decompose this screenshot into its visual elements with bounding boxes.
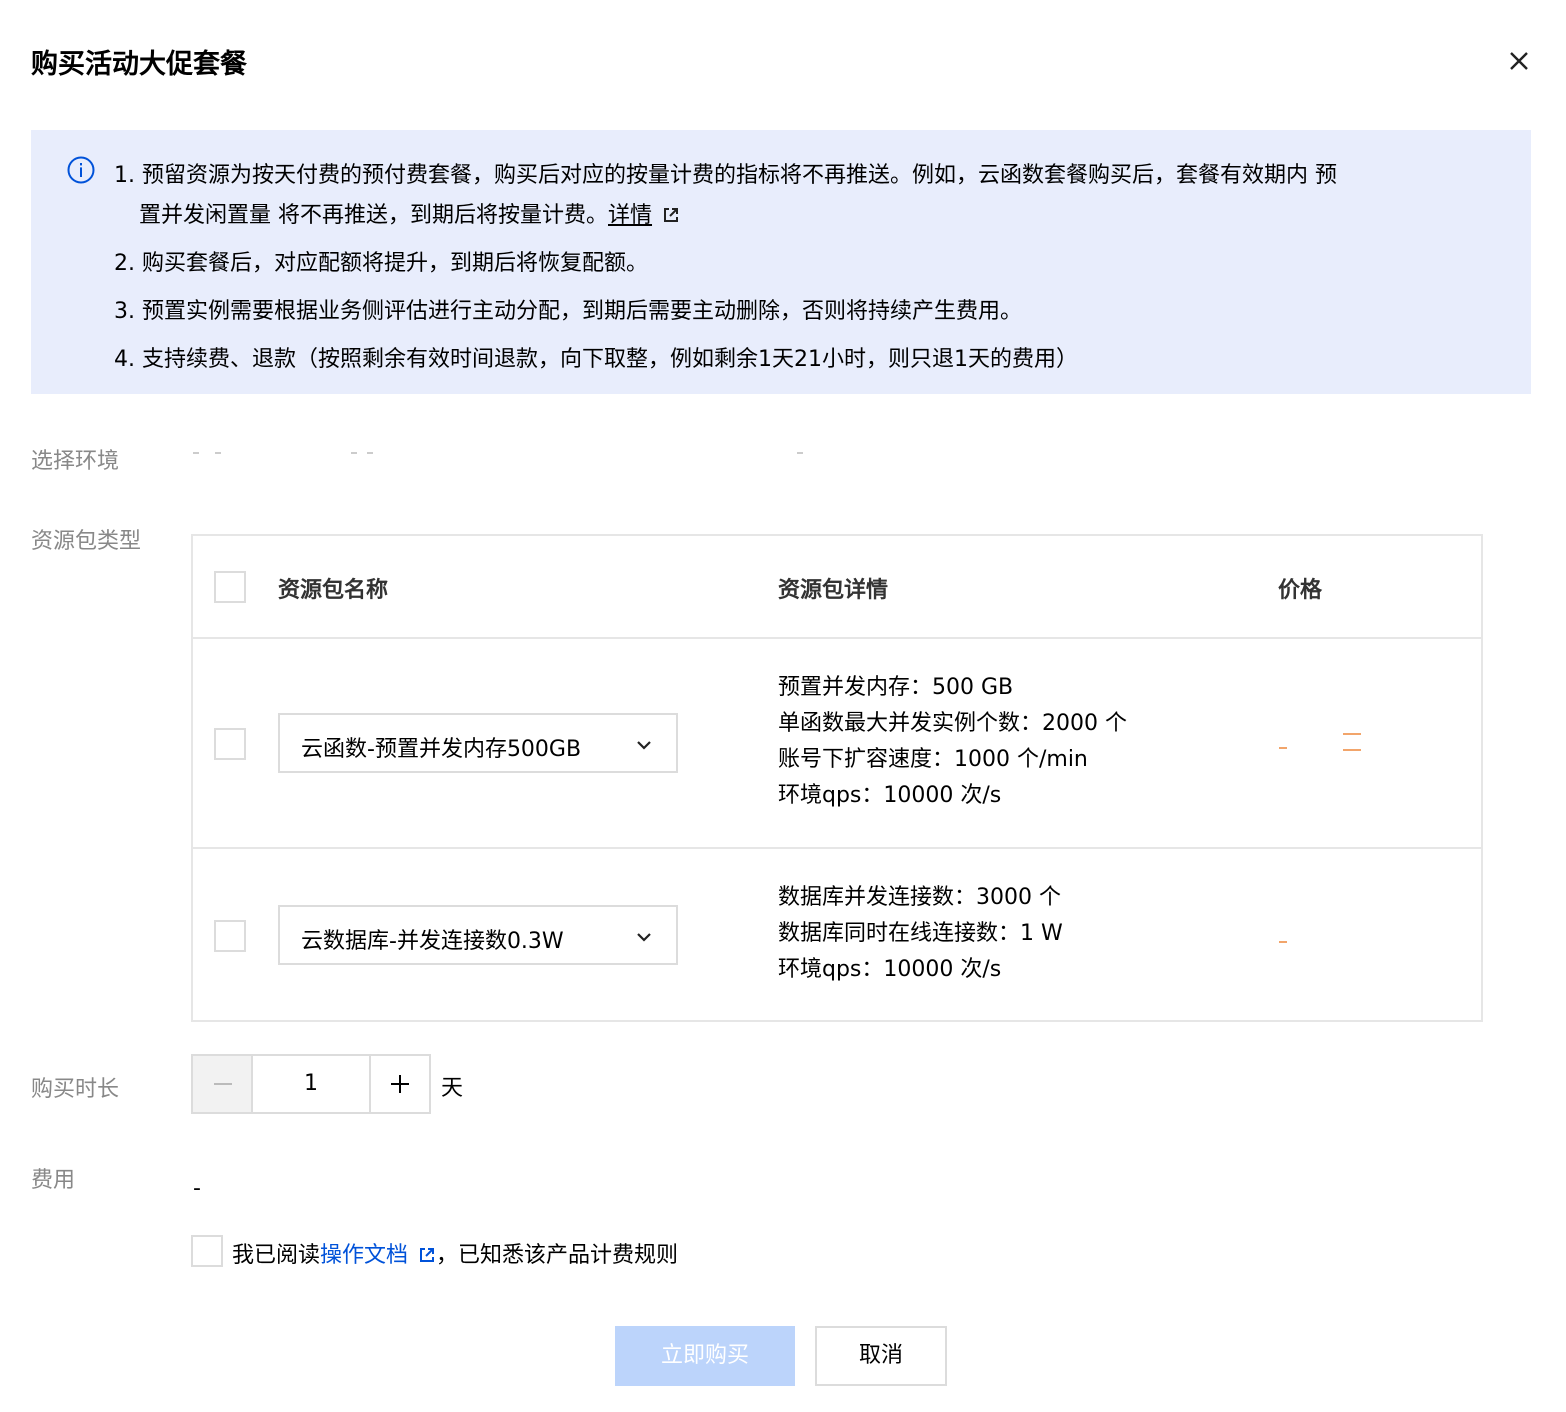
doc-link[interactable]: 操作文档	[320, 1243, 408, 1268]
price-redacted	[1279, 941, 1287, 943]
agreement-checkbox[interactable]	[191, 1235, 223, 1267]
duration-unit: 天	[441, 1076, 464, 1101]
row-checkbox-2[interactable]	[214, 920, 246, 952]
notice-line-5: 4. 支持续费、退款（按照剩余有效时间退款，向下取整，例如剩余1天21小时，则只…	[114, 347, 1078, 372]
detail-item: 单函数最大并发实例个数：2000 个	[778, 711, 1127, 736]
detail-item: 账号下扩容速度：1000 个/min	[778, 747, 1088, 772]
close-icon[interactable]	[1500, 42, 1538, 80]
minus-icon	[214, 1083, 232, 1085]
env-value-redacted[interactable]	[191, 444, 811, 474]
external-link-icon[interactable]	[662, 205, 680, 230]
package-table: 资源包名称 资源包详情 价格 云函数-预置并发内存500GB 预置并发内存：50…	[191, 534, 1483, 1022]
detail-item: 数据库并发连接数：3000 个	[778, 885, 1061, 910]
detail-link[interactable]: 详情	[608, 203, 652, 228]
env-label: 选择环境	[31, 449, 120, 474]
notice-banner: 1. 预留资源为按天付费的预付费套餐，购买后对应的按量计费的指标将不再推送。例如…	[31, 130, 1531, 394]
notice-line-3: 2. 购买套餐后，对应配额将提升，到期后将恢复配额。	[114, 251, 648, 276]
agreement-prefix: 我已阅读	[232, 1243, 321, 1268]
notice-line-2-text: 置并发闲置量 将不再推送，到期后将按量计费。	[139, 203, 608, 228]
buy-now-button[interactable]: 立即购买	[615, 1326, 795, 1386]
price-redacted	[1343, 733, 1361, 735]
chevron-down-icon	[634, 927, 654, 951]
duration-input[interactable]: 1	[253, 1056, 371, 1112]
package-select-2[interactable]: 云数据库-并发连接数0.3W	[278, 905, 678, 965]
info-circle-icon	[66, 155, 96, 189]
pkg-type-label: 资源包类型	[31, 529, 142, 554]
notice-line-1: 1. 预留资源为按天付费的预付费套餐，购买后对应的按量计费的指标将不再推送。例如…	[114, 163, 1337, 188]
detail-item: 预置并发内存：500 GB	[778, 675, 1014, 700]
detail-item: 环境qps：10000 次/s	[778, 783, 1002, 808]
select-all-checkbox[interactable]	[214, 571, 246, 603]
decrement-button[interactable]	[193, 1056, 253, 1112]
row-checkbox-1[interactable]	[214, 728, 246, 760]
external-link-icon[interactable]	[418, 1245, 436, 1270]
notice-line-4: 3. 预置实例需要根据业务侧评估进行主动分配，到期后需要主动删除，否则将持续产生…	[114, 299, 1022, 324]
package-select-1-value: 云函数-预置并发内存500GB	[301, 737, 582, 762]
package-select-2-value: 云数据库-并发连接数0.3W	[301, 929, 564, 954]
chevron-down-icon	[634, 735, 654, 759]
increment-button[interactable]	[371, 1056, 429, 1112]
col-header-details: 资源包详情	[778, 578, 889, 603]
notice-line-2: 置并发闲置量 将不再推送，到期后将按量计费。详情	[139, 197, 680, 230]
package-details-1: 预置并发内存：500 GB 单函数最大并发实例个数：2000 个 账号下扩容速度…	[778, 670, 1127, 814]
row-divider	[193, 847, 1481, 849]
detail-item: 环境qps：10000 次/s	[778, 957, 1002, 982]
fee-value: -	[193, 1176, 201, 1201]
col-header-price: 价格	[1278, 578, 1323, 603]
price-redacted	[1279, 747, 1287, 749]
dialog-title: 购买活动大促套餐	[31, 49, 247, 80]
duration-label: 购买时长	[31, 1077, 120, 1102]
agreement-text: 我已阅读操作文档 ，已知悉该产品计费规则	[232, 1237, 678, 1270]
row-divider	[193, 637, 1481, 639]
col-header-name: 资源包名称	[278, 578, 389, 603]
duration-stepper: 1	[191, 1054, 431, 1114]
cancel-button[interactable]: 取消	[815, 1326, 947, 1386]
agreement-suffix: ，已知悉该产品计费规则	[436, 1243, 679, 1268]
fee-label: 费用	[31, 1168, 76, 1193]
price-redacted	[1343, 749, 1361, 751]
package-details-2: 数据库并发连接数：3000 个 数据库同时在线连接数：1 W 环境qps：100…	[778, 880, 1063, 988]
plus-icon	[399, 1075, 401, 1093]
package-select-1[interactable]: 云函数-预置并发内存500GB	[278, 713, 678, 773]
detail-item: 数据库同时在线连接数：1 W	[778, 921, 1063, 946]
